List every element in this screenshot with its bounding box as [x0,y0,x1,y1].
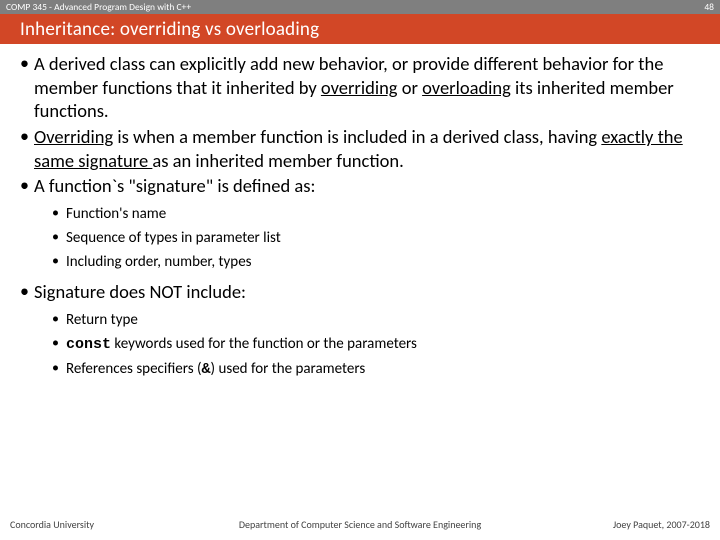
bullet-item: A function`s "signature" is defined as: … [20,174,704,274]
text: is when a member function is included in… [113,125,601,148]
slide: COMP 345 - Advanced Program Design with … [0,0,720,540]
sub-bullet-item: Function's name [52,202,704,226]
code-text: const [66,336,111,353]
bullet-item: Signature does NOT include: Return type … [20,280,704,382]
sub-bullet-list: Function's name Sequence of types in par… [52,202,704,274]
bullet-item: A derived class can explicitly add new b… [20,52,704,123]
sub-bullet-item: Including order, number, types [52,250,704,274]
text: Sequence of types in parameter list [66,229,281,247]
bullet-item: Overriding is when a member function is … [20,125,704,172]
text: keywords used for the function or the pa… [111,335,417,353]
footer-center: Department of Computer Science and Softw… [239,518,481,531]
sub-bullet-list: Return type const keywords used for the … [52,308,704,382]
text: Function's name [66,205,166,223]
underlined-text: Overriding [34,125,113,148]
sub-bullet-item: const keywords used for the function or … [52,332,704,357]
text: References specifiers ( [66,360,202,378]
text: or [398,76,423,99]
footer-right: Joey Paquet, 2007-2018 [613,518,710,531]
page-number: 48 [704,1,714,13]
text: ) used for the parameters [211,360,366,378]
text: as an inherited member function. [152,149,403,172]
text: Signature does NOT include: [34,280,246,303]
slide-body: A derived class can explicitly add new b… [0,44,720,382]
text: A function`s "signature" is defined as: [34,174,315,197]
footer: Concordia University Department of Compu… [0,514,720,540]
sub-bullet-item: Sequence of types in parameter list [52,226,704,250]
footer-left: Concordia University [10,518,94,531]
text: Return type [66,311,138,329]
sub-bullet-item: Return type [52,308,704,332]
slide-title: Inheritance: overriding vs overloading [20,18,319,41]
bullet-list: A derived class can explicitly add new b… [20,52,704,382]
top-bar: COMP 345 - Advanced Program Design with … [0,0,720,14]
underlined-text: overriding [321,76,398,99]
title-bar: Inheritance: overriding vs overloading [0,14,720,44]
sub-bullet-item: References specifiers (&) used for the p… [52,357,704,382]
course-code: COMP 345 - Advanced Program Design with … [6,1,191,13]
underlined-text: overloading [422,76,511,99]
text: Including order, number, types [66,253,252,271]
code-text: & [202,361,211,378]
